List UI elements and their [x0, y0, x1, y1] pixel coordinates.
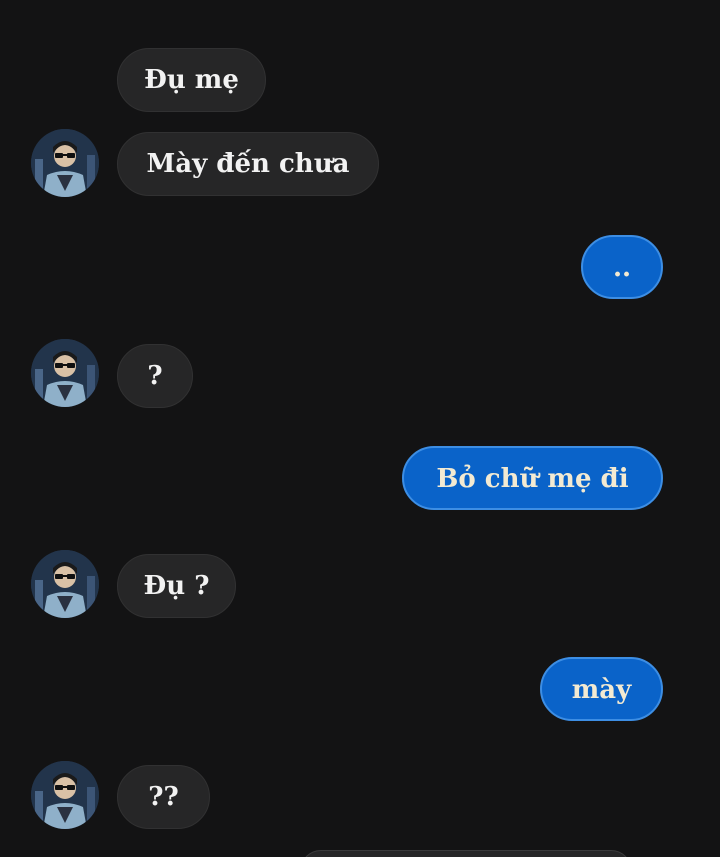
person-avatar-icon	[31, 129, 99, 197]
message-text: Bỏ chữ mẹ đi	[436, 464, 629, 494]
message-text: mày	[571, 675, 632, 705]
message-bubble-incoming[interactable]: ?	[117, 344, 193, 408]
message-text: ??	[148, 782, 179, 812]
message-text: Mày đến chưa	[146, 149, 350, 179]
sender-avatar[interactable]	[31, 129, 99, 197]
message-bubble-incoming[interactable]: Mày đến chưa	[117, 132, 379, 196]
person-avatar-icon	[31, 761, 99, 829]
sender-avatar[interactable]	[31, 761, 99, 829]
person-avatar-icon	[31, 339, 99, 407]
message-text: ?	[147, 361, 163, 391]
message-bubble-incoming[interactable]: ??	[117, 765, 210, 829]
message-bubble-incoming[interactable]: Đụ mẹ	[117, 48, 266, 112]
message-bubble-partial[interactable]	[300, 850, 632, 857]
sender-avatar[interactable]	[31, 550, 99, 618]
message-thread: Đụ mẹ Mày đến chưa .. ? Bỏ chữ mẹ đi Đụ …	[0, 0, 720, 857]
message-text: ..	[612, 253, 632, 283]
message-bubble-outgoing[interactable]: ..	[581, 235, 663, 299]
message-text: Đụ ?	[143, 571, 210, 601]
sender-avatar[interactable]	[31, 339, 99, 407]
message-bubble-outgoing[interactable]: Bỏ chữ mẹ đi	[402, 446, 663, 510]
person-avatar-icon	[31, 550, 99, 618]
message-text: Đụ mẹ	[144, 65, 239, 95]
message-bubble-incoming[interactable]: Đụ ?	[117, 554, 236, 618]
message-bubble-outgoing[interactable]: mày	[540, 657, 663, 721]
